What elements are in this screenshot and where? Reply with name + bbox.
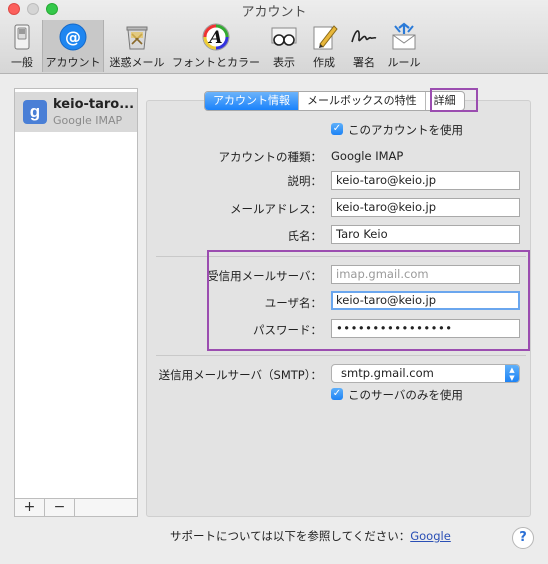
support-text: サポートについては以下を参照してください：Google <box>170 529 451 543</box>
description-label: 説明： <box>287 174 323 188</box>
junk-trash-icon <box>126 26 148 50</box>
password-field[interactable]: •••••••••••••••• <box>331 319 520 338</box>
rules-envelope-icon <box>392 22 416 50</box>
email-field[interactable]: keio-taro@keio.jp <box>331 198 520 217</box>
tab-account-info[interactable]: アカウント情報 <box>205 92 299 110</box>
svg-text:A: A <box>207 28 222 48</box>
remove-account-button[interactable]: − <box>45 499 75 516</box>
username-field[interactable]: keio-taro@keio.jp <box>331 291 520 310</box>
account-name: keio-taro... <box>53 97 135 112</box>
toolbar-viewing[interactable]: 表示 <box>264 20 304 72</box>
settings-tabs: アカウント情報 メールボックスの特性 詳細 <box>204 91 465 111</box>
svg-text:@: @ <box>65 28 81 47</box>
window-toolbar: アカウント 一般 @ アカウント 迷惑メール A フォントとカラー 表示 作成 … <box>0 0 548 74</box>
password-label: パスワード： <box>253 323 322 337</box>
signature-icon <box>351 30 377 43</box>
google-account-icon: g <box>23 100 47 124</box>
at-sign-icon: @ <box>59 23 87 51</box>
account-list-controls: + − <box>15 498 137 516</box>
description-field[interactable]: keio-taro@keio.jp <box>331 171 520 190</box>
incoming-server-label: 受信用メールサーバ： <box>207 269 322 283</box>
tab-mailbox-behaviors[interactable]: メールボックスの特性 <box>299 92 426 110</box>
username-label: ユーザ名： <box>264 296 322 310</box>
account-list: g keio-taro... Google IMAP + − <box>14 88 138 517</box>
help-button[interactable]: ? <box>512 527 534 549</box>
only-this-server-checkbox[interactable]: ✓ <box>331 388 343 400</box>
font-color-icon: A <box>202 23 230 51</box>
email-label: メールアドレス： <box>230 202 322 216</box>
google-support-link[interactable]: Google <box>410 529 451 543</box>
incoming-server-field[interactable]: imap.gmail.com <box>331 265 520 284</box>
enable-account-checkbox[interactable]: ✓ <box>331 123 343 135</box>
full-name-field[interactable]: Taro Keio <box>331 225 520 244</box>
smtp-label: 送信用メールサーバ（SMTP）： <box>158 368 322 382</box>
toolbar-composing[interactable]: 作成 <box>304 20 344 72</box>
toolbar-junk[interactable]: 迷惑メール <box>106 20 168 72</box>
smtp-server-select[interactable]: smtp.gmail.com ▲ ▼ <box>331 364 520 383</box>
toolbar-accounts[interactable]: @ アカウント <box>42 20 104 72</box>
toolbar-fonts-colors[interactable]: A フォントとカラー <box>170 20 262 72</box>
toolbar-signatures[interactable]: 署名 <box>344 20 384 72</box>
toolbar-general[interactable]: 一般 <box>2 20 42 72</box>
glasses-icon <box>271 27 297 46</box>
account-type-label: アカウントの種類： <box>218 150 323 164</box>
enable-account-label: このアカウントを使用 <box>348 123 463 137</box>
section-divider <box>156 355 526 356</box>
window-title: アカウント <box>241 5 307 20</box>
full-name-label: 氏名： <box>287 229 323 243</box>
smtp-server-value: smtp.gmail.com <box>341 366 434 380</box>
section-divider <box>156 256 526 257</box>
tab-advanced[interactable]: 詳細 <box>426 92 464 110</box>
compose-pencil-icon <box>313 25 338 50</box>
general-switch-icon <box>14 24 30 50</box>
account-row[interactable]: g keio-taro... Google IMAP <box>15 92 137 132</box>
select-stepper-icon: ▲ ▼ <box>505 365 519 382</box>
account-type: Google IMAP <box>53 114 123 127</box>
add-account-button[interactable]: + <box>15 499 45 516</box>
account-type-value: Google IMAP <box>331 149 404 163</box>
only-this-server-label: このサーバのみを使用 <box>348 388 463 402</box>
toolbar-rules[interactable]: ルール <box>384 20 424 72</box>
